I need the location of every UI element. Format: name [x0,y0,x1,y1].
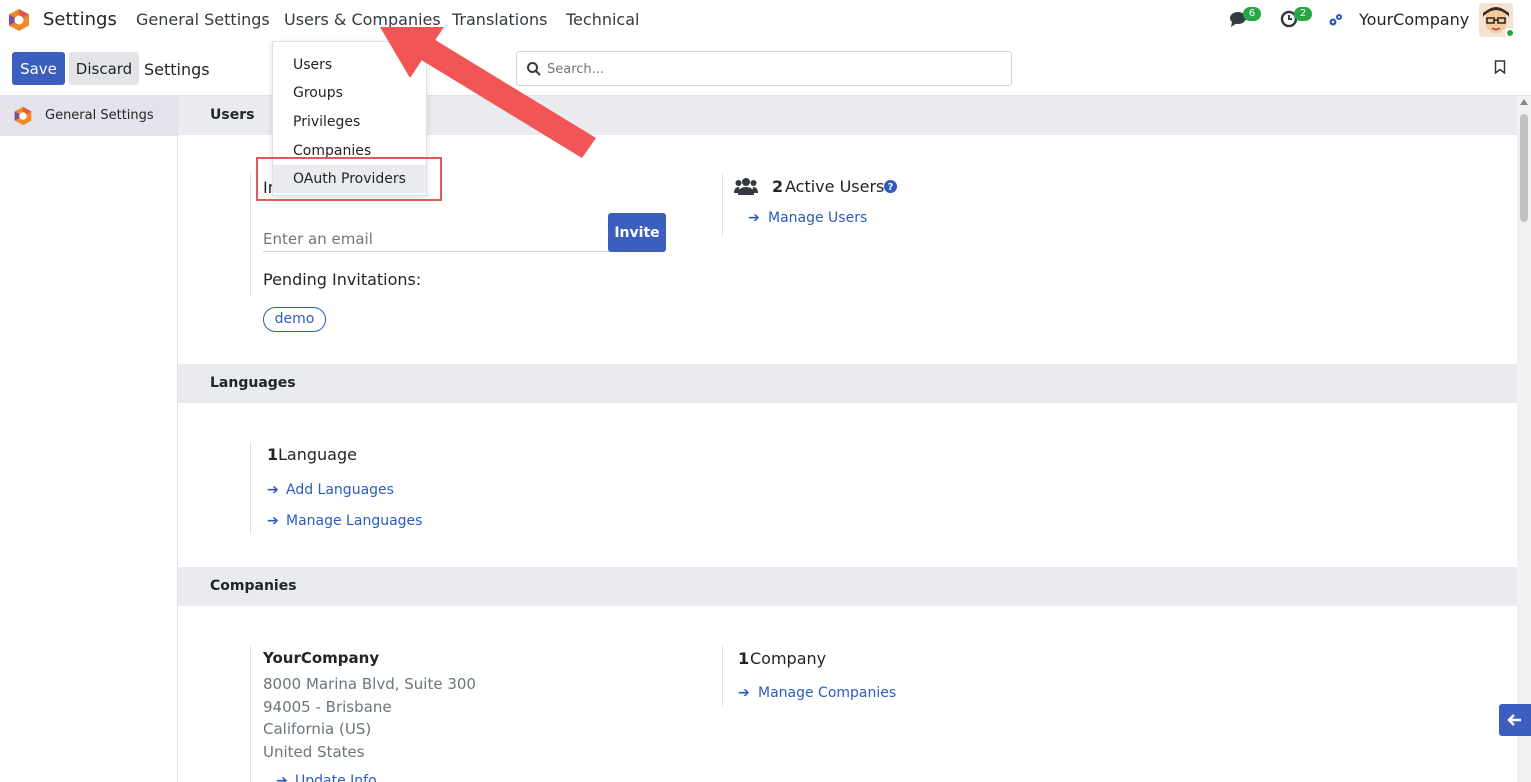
scroll-up-icon[interactable] [1520,99,1528,105]
company-address-line: 94005 - Brisbane [263,698,392,716]
language-label: Language [278,445,357,464]
section-header-languages: Languages [178,364,1517,403]
section-title: Languages [210,375,296,391]
online-status-dot [1505,28,1515,38]
manage-users-link[interactable]: Manage Users [768,210,867,226]
divider [722,646,723,706]
invite-button[interactable]: Invite [608,213,666,252]
odoo-logo-icon [14,106,32,126]
scroll-thumb[interactable] [1520,114,1528,222]
arrow-left-icon [1507,714,1521,726]
invite-email-input[interactable] [263,226,610,252]
section-header-companies: Companies [178,567,1517,606]
company-count: 1 [738,649,750,668]
company-address-line: California (US) [263,720,372,738]
activities-badge: 2 [1294,7,1312,21]
activities-button[interactable]: 2 [1280,7,1312,31]
messages-button[interactable]: 6 [1229,7,1261,31]
sidebar-item-label: General Settings [45,108,154,123]
company-label: Company [750,649,827,668]
arrow-right-icon: ➔ [748,210,760,226]
search-input[interactable] [547,59,997,79]
divider [250,646,251,782]
messages-badge: 6 [1243,7,1261,21]
svg-text:?: ? [888,182,894,193]
discard-button[interactable]: Discard [69,52,139,85]
company-switcher[interactable]: YourCompany [1359,10,1469,29]
add-languages-link[interactable]: Add Languages [286,482,394,498]
active-users-label: Active Users [785,177,885,196]
save-button[interactable]: Save [12,52,65,85]
odoo-logo-icon[interactable] [7,8,31,32]
divider [722,174,723,236]
dropdown-item-label: Privileges [293,114,361,130]
highlight-box [256,157,442,201]
page-title: Settings [144,60,210,79]
divider [250,442,251,534]
search-box[interactable] [516,51,1012,86]
divider [250,174,251,296]
manage-languages-link[interactable]: Manage Languages [286,513,422,529]
top-navbar: Settings General Settings Users & Compan… [0,0,1531,40]
control-panel: Save Discard Settings [0,40,1531,96]
main-scrollbar[interactable] [1517,96,1531,782]
menu-general-settings[interactable]: General Settings [136,10,270,29]
menu-users-companies[interactable]: Users & Companies [284,10,441,29]
company-address-line: 8000 Marina Blvd, Suite 300 [263,675,476,693]
company-name: YourCompany [263,649,380,667]
pending-invitations-label: Pending Invitations: [263,270,422,289]
sidebar-item-general-settings[interactable]: General Settings [0,96,178,136]
language-count: 1 [267,445,279,464]
dropdown-item-groups[interactable]: Groups [273,79,426,107]
arrow-right-icon: ➔ [276,773,288,782]
back-button[interactable] [1499,704,1531,736]
dropdown-item-users[interactable]: Users [273,51,426,79]
menu-translations[interactable]: Translations [452,10,548,29]
company-address-line: United States [263,743,365,761]
app-name[interactable]: Settings [43,9,117,30]
users-group-icon [734,178,758,195]
pending-invite-tag[interactable]: demo [263,307,326,332]
bookmark-icon[interactable] [1494,60,1506,74]
manage-companies-link[interactable]: Manage Companies [758,685,896,701]
dropdown-item-privileges[interactable]: Privileges [273,108,426,136]
active-users-count: 2 [772,177,784,196]
update-info-link[interactable]: Update Info [295,773,377,782]
dropdown-item-label: Users [293,57,333,73]
settings-sidebar: General Settings [0,96,178,782]
help-icon[interactable]: ? [884,180,897,193]
arrow-right-icon: ➔ [267,482,279,498]
multi-company-icon[interactable] [1328,12,1344,28]
menu-technical[interactable]: Technical [566,10,639,29]
arrow-right-icon: ➔ [267,513,279,529]
search-icon [527,62,541,76]
dropdown-item-label: Groups [293,85,343,101]
section-title: Users [210,107,255,123]
arrow-right-icon: ➔ [738,685,750,701]
section-title: Companies [210,578,297,594]
